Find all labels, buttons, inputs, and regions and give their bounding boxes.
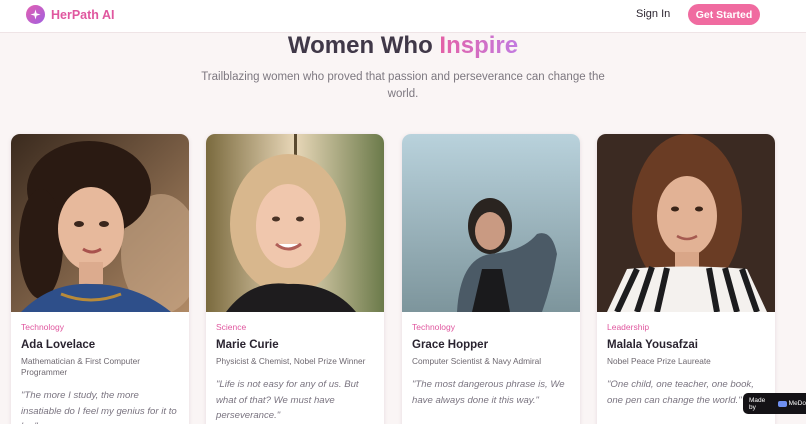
title-accent: Inspire [439,32,519,59]
profile-card-marie-curie[interactable]: Science Marie Curie Physicist & Chemist,… [206,134,384,424]
made-by-label: Made by [749,396,766,411]
person-role: Mathematician & First Computer Programme… [21,356,140,377]
portrait-photo [11,134,189,312]
get-started-button[interactable]: Get Started [688,4,760,25]
person-name: Marie Curie [216,339,279,351]
category-label: Leadership [607,322,650,332]
page-subtitle: Trailblazing women who proved that passi… [201,71,605,100]
person-quote: "The most dangerous phrase is, We have a… [412,379,565,406]
portrait-photo [206,134,384,312]
person-role: Nobel Peace Prize Laureate [607,356,711,366]
title-main: Women Who [287,32,440,59]
sign-in-link[interactable]: Sign In [636,8,670,20]
made-by-brand: MeDo [788,400,806,407]
brand-name: HerPath AI [51,7,115,22]
person-quote: "Life is not easy for any of us. But wha… [216,379,359,421]
person-role: Computer Scientist & Navy Admiral [412,356,542,366]
category-label: Technology [21,322,65,332]
medo-icon [777,400,787,407]
person-name: Grace Hopper [412,339,489,351]
person-quote: "The more I study, the more insatiable d… [21,390,177,424]
portrait-photo [597,134,775,312]
sparkle-icon [26,5,45,24]
person-name: Ada Lovelace [21,339,96,351]
category-label: Science [216,322,247,332]
made-by-badge[interactable]: Made by MeDo [743,393,806,414]
person-name: Malala Yousafzai [607,339,698,351]
brand-logo[interactable]: HerPath AI [26,5,114,24]
profile-card-malala-yousafzai[interactable]: Leadership Malala Yousafzai Nobel Peace … [597,134,775,424]
person-quote: "One child, one teacher, one book, one p… [607,379,754,406]
profile-card-grace-hopper[interactable]: Technology Grace Hopper Computer Scienti… [402,134,580,424]
profile-card-ada-lovelace[interactable]: Technology Ada Lovelace Mathematician & … [11,134,189,424]
page-title: Women Who Inspire [0,31,806,61]
person-role: Physicist & Chemist, Nobel Prize Winner [216,356,366,366]
portrait-photo [402,134,580,312]
top-nav: HerPath AI Sign In Get Started [0,0,806,33]
category-label: Technology [412,322,456,332]
